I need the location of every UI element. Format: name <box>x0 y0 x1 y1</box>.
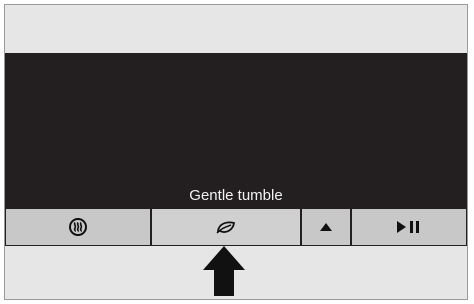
leaf-icon <box>215 218 237 236</box>
play-pause-button[interactable] <box>351 208 467 246</box>
display-screen: Gentle tumble <box>5 53 467 208</box>
arrow-up-icon <box>203 246 245 296</box>
triangle-up-icon <box>320 223 332 231</box>
button-bar <box>5 208 467 246</box>
heat-dry-icon <box>68 217 88 237</box>
heat-button[interactable] <box>5 208 151 246</box>
mode-label: Gentle tumble <box>189 187 283 204</box>
gentle-tumble-button[interactable] <box>151 208 301 246</box>
up-button[interactable] <box>301 208 351 246</box>
play-pause-icon <box>397 221 421 233</box>
